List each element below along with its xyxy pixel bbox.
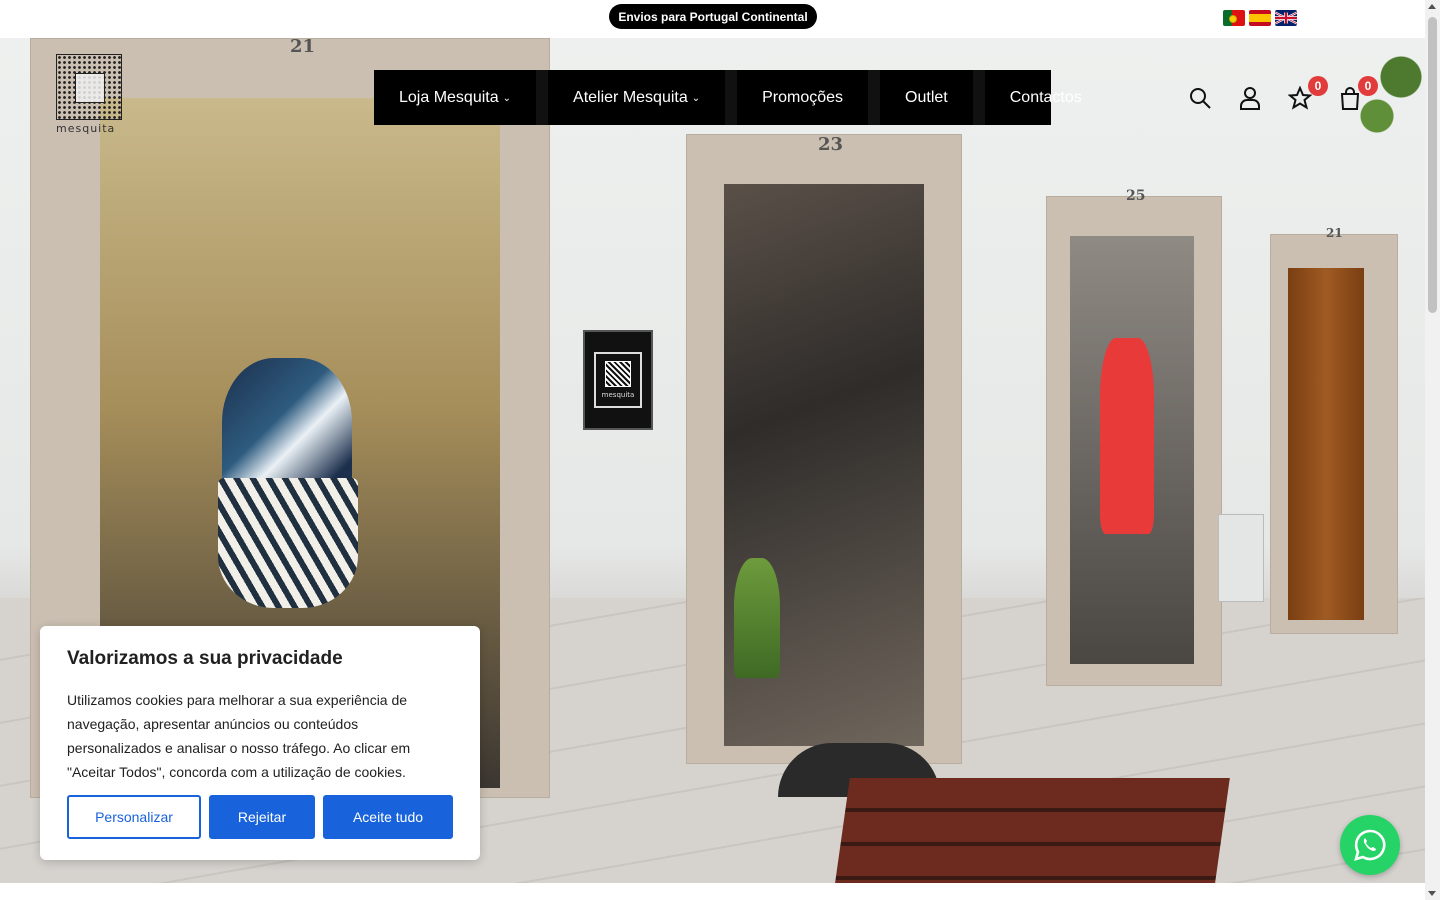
store-sign-text: mesquita — [601, 391, 635, 399]
store-sign-inner: mesquita — [594, 352, 642, 408]
nav-item-contactos[interactable]: Contactos — [985, 70, 1107, 125]
nav-item-atelier-mesquita[interactable]: Atelier Mesquita ⌄ — [548, 70, 738, 125]
nav-item-label: Promoções — [762, 88, 844, 106]
search-icon[interactable] — [1186, 84, 1214, 112]
wooden-door — [1288, 268, 1364, 620]
cart-count-badge: 0 — [1358, 76, 1378, 96]
wishlist-button[interactable]: 0 — [1286, 76, 1328, 112]
cookie-consent-banner: Valorizamos a sua privacidade Utilizamos… — [40, 626, 480, 860]
site-logo[interactable]: mesquita — [56, 54, 126, 136]
chevron-down-icon: ⌄ — [502, 93, 512, 104]
nav-item-label: Loja Mesquita — [399, 88, 499, 106]
customize-button[interactable]: Personalizar — [67, 795, 201, 839]
nav-item-label: Outlet — [905, 88, 948, 106]
reject-button[interactable]: Rejeitar — [209, 795, 315, 839]
nav-item-label: Atelier Mesquita — [573, 88, 688, 106]
nav-item-label: Contactos — [1009, 88, 1082, 106]
whatsapp-icon — [1354, 829, 1386, 861]
accept-all-button[interactable]: Aceite tudo — [323, 795, 453, 839]
door-number: 23 — [818, 134, 844, 155]
bench — [830, 778, 1230, 883]
scroll-thumb[interactable] — [1428, 17, 1437, 313]
pt-flag-icon[interactable] — [1223, 10, 1245, 26]
cookie-actions: Personalizar Rejeitar Aceite tudo — [67, 795, 453, 839]
red-dress — [1100, 338, 1154, 534]
nav-item-promocoes[interactable]: Promoções — [737, 70, 881, 125]
cart-button[interactable]: 0 — [1336, 76, 1378, 112]
gb-flag-icon[interactable] — [1275, 10, 1297, 26]
scroll-down-arrow[interactable] — [1428, 891, 1436, 896]
plant — [734, 558, 780, 678]
page-scrollbar[interactable] — [1425, 0, 1440, 900]
meter-box — [1218, 514, 1264, 602]
door-number: 25 — [1126, 188, 1146, 204]
mannequin-skirt — [218, 478, 358, 608]
es-flag-icon[interactable] — [1249, 10, 1271, 26]
door-number: 21 — [1326, 226, 1343, 240]
store-sign-mark — [605, 361, 631, 387]
logo-mark — [56, 54, 122, 120]
top-bar: Envios para Portugal Continental — [0, 0, 1425, 38]
nav-item-loja-mesquita[interactable]: Loja Mesquita ⌄ — [374, 70, 549, 125]
language-switcher — [1223, 10, 1297, 26]
wishlist-count-badge: 0 — [1308, 76, 1328, 96]
whatsapp-button[interactable] — [1340, 815, 1400, 875]
door-number: 21 — [290, 38, 316, 57]
scroll-up-arrow[interactable] — [1428, 4, 1436, 9]
cookie-title: Valorizamos a sua privacidade — [67, 648, 343, 669]
main-nav: Loja Mesquita ⌄ Atelier Mesquita ⌄ Promo… — [374, 70, 1082, 125]
store-sign: mesquita — [583, 330, 653, 430]
page-bottom-strip — [0, 883, 1425, 900]
logo-text: mesquita — [56, 122, 116, 135]
gb-flag-svg — [1275, 11, 1297, 25]
nav-item-outlet[interactable]: Outlet — [880, 70, 985, 125]
cookie-description: Utilizamos cookies para melhorar a sua e… — [67, 692, 411, 780]
shipping-notice: Envios para Portugal Continental — [609, 4, 817, 29]
user-icon[interactable] — [1236, 84, 1264, 112]
chevron-down-icon: ⌄ — [691, 93, 701, 104]
